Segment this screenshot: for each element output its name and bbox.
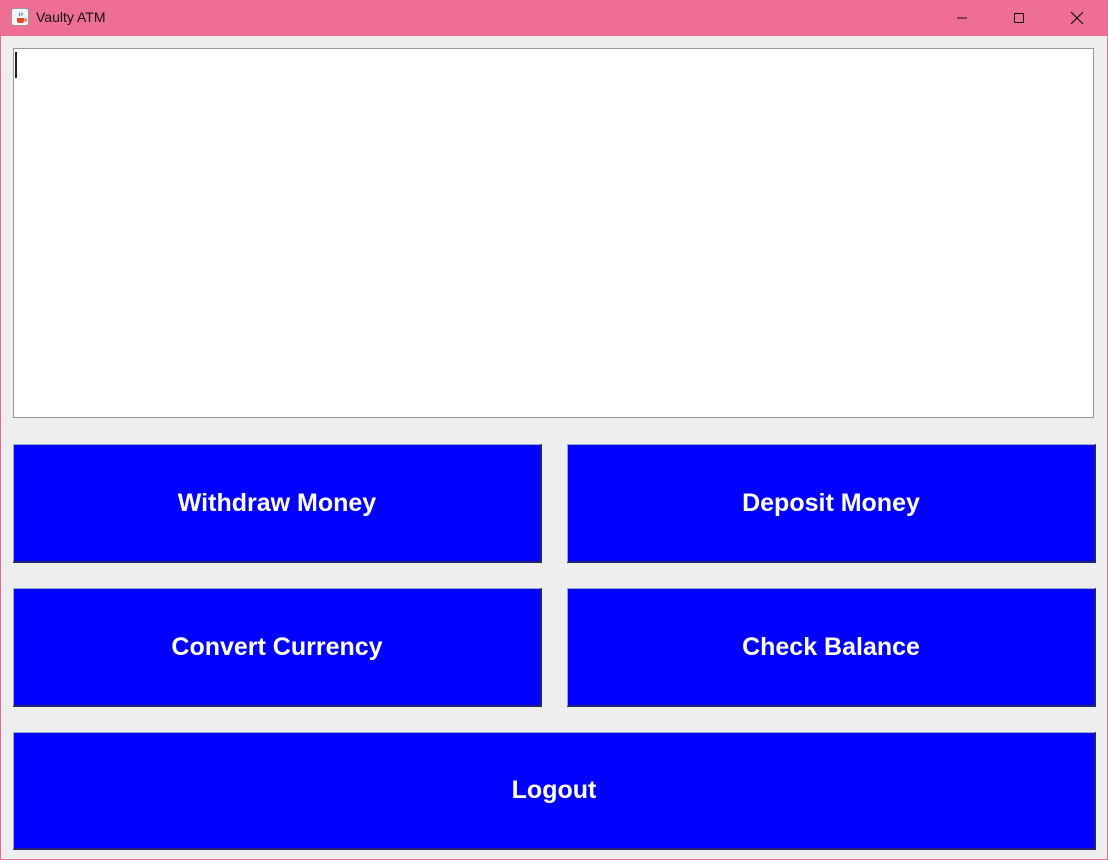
maximize-icon — [1014, 13, 1024, 23]
convert-currency-button[interactable]: Convert Currency — [13, 588, 542, 707]
withdraw-money-button[interactable]: Withdraw Money — [13, 444, 542, 563]
maximize-button[interactable] — [991, 0, 1047, 36]
logout-button[interactable]: Logout — [13, 732, 1096, 850]
convert-currency-label: Convert Currency — [171, 632, 383, 661]
title-bar[interactable]: Vaulty ATM — [1, 0, 1107, 36]
deposit-money-label: Deposit Money — [742, 488, 920, 517]
check-balance-label: Check Balance — [742, 632, 920, 661]
close-icon — [1070, 11, 1084, 25]
minimize-button[interactable] — [934, 0, 990, 36]
check-balance-button[interactable]: Check Balance — [567, 588, 1096, 707]
output-text-area[interactable] — [13, 48, 1094, 418]
minimize-icon — [957, 17, 967, 19]
close-button[interactable] — [1049, 0, 1105, 36]
logout-label: Logout — [511, 776, 597, 804]
window-title: Vaulty ATM — [36, 9, 106, 25]
atm-window: Vaulty ATM Withdraw Money Deposit Money … — [0, 0, 1108, 860]
withdraw-money-label: Withdraw Money — [177, 488, 377, 517]
java-cup-icon — [11, 8, 29, 26]
deposit-money-button[interactable]: Deposit Money — [567, 444, 1096, 563]
text-caret — [15, 52, 17, 78]
